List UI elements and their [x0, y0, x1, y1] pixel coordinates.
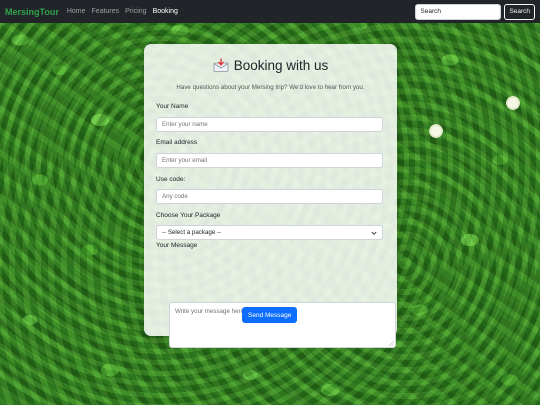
clover-flower — [428, 123, 444, 139]
search-input[interactable] — [415, 3, 502, 20]
search-button[interactable]: Search — [504, 3, 535, 20]
subtitle: Have questions about your Mersing trip? … — [176, 84, 365, 91]
clover-flower — [505, 95, 521, 111]
package-select[interactable]: -- Select a package -- — [156, 225, 383, 240]
page-title: Booking with us — [157, 54, 384, 76]
nav-link-pricing[interactable]: Pricing — [125, 8, 146, 15]
nav-link-features[interactable]: Features — [92, 8, 120, 15]
name-label: Your Name — [156, 103, 189, 110]
package-select-value: -- Select a package -- — [162, 229, 222, 236]
resize-handle-icon[interactable] — [389, 341, 394, 346]
message-label: Your Message — [156, 242, 198, 249]
brand-logo[interactable]: MersingTour — [5, 7, 59, 17]
nav-search-form: Search — [415, 3, 535, 20]
package-label: Choose Your Package — [156, 212, 221, 219]
chevron-down-icon — [371, 231, 377, 235]
message-placeholder: Write your message here... — [175, 308, 250, 315]
title-text: Booking with us — [233, 57, 329, 73]
nav-link-home[interactable]: Home — [67, 8, 86, 15]
code-input[interactable] — [156, 189, 383, 204]
nav-link-booking[interactable]: Booking — [153, 8, 178, 15]
send-message-button[interactable]: Send Message — [242, 307, 298, 323]
navbar: MersingTour Home Features Pricing Bookin… — [0, 0, 540, 23]
booking-card: Booking with us Have questions about you… — [144, 44, 397, 348]
envelope-arrow-icon — [213, 58, 229, 72]
code-label: Use code: — [156, 176, 186, 183]
email-input[interactable] — [156, 153, 383, 168]
email-label: Email address — [156, 139, 198, 146]
name-input[interactable] — [156, 117, 383, 132]
